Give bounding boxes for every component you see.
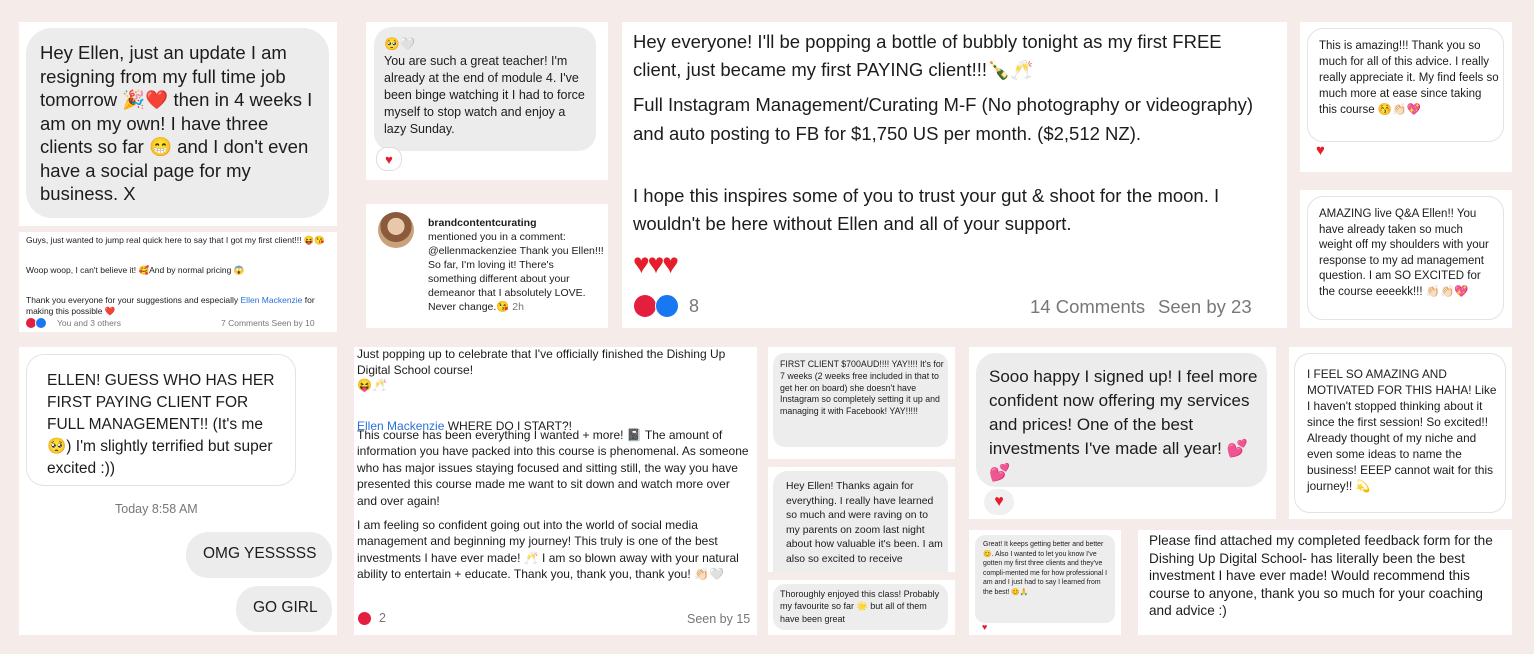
heart-reaction-icon[interactable]: ♥ <box>1316 142 1325 159</box>
message-text: This is amazing!!! Thank you so much for… <box>1319 40 1499 116</box>
message-text: ELLEN! GUESS WHO HAS HER FIRST PAYING CL… <box>47 372 275 477</box>
mention-line: mentioned you in a comment: <box>428 231 566 243</box>
ellen-mackenzie-link[interactable]: Ellen Mackenzie <box>241 295 303 305</box>
message-text: Great! It keeps getting better and bette… <box>983 541 1108 596</box>
like-reaction-icon <box>35 317 47 329</box>
reply-text: OMG YESSSSS <box>203 545 317 562</box>
post-card-first-client: Guys, just wanted to jump real quick her… <box>19 232 337 332</box>
post-card-first-paying-client: Hey everyone! I'll be popping a bottle o… <box>622 22 1287 328</box>
testimonial-card-live-qa: AMAZING live Q&A Ellen!! You have alread… <box>1300 190 1512 328</box>
seen-by-count: Seen by 23 <box>1158 296 1252 317</box>
notification-card-mention[interactable]: brandcontentcurating mentioned you in a … <box>366 204 608 328</box>
avatar <box>378 212 414 248</box>
message-text: Hey Ellen, just an update I am resigning… <box>40 42 313 204</box>
testimonial-card-resigning: Hey Ellen, just an update I am resigning… <box>19 22 337 226</box>
username[interactable]: brandcontentcurating <box>428 217 537 229</box>
chat-card-full-management: ELLEN! GUESS WHO HAS HER FIRST PAYING CL… <box>19 347 337 635</box>
chat-timestamp: Today 8:58 AM <box>115 502 198 516</box>
post-paragraph-1: Guys, just wanted to jump real quick her… <box>26 235 325 245</box>
message-bubble: FIRST CLIENT $700AUD!!!! YAY!!!! It's fo… <box>773 353 948 447</box>
message-bubble: Sooo happy I signed up! I feel more conf… <box>976 353 1267 487</box>
message-text: Please find attached my completed feedba… <box>1149 533 1493 618</box>
seen-by-count: Seen by 15 <box>687 612 751 626</box>
post-paragraph-3: I am feeling so confident going out into… <box>357 518 739 582</box>
hearts-icon: ♥♥♥ <box>633 248 679 279</box>
reaction-count: 2 <box>379 611 386 625</box>
testimonial-card-great-teacher: 🥺🤍 You are such a great teacher! I'm alr… <box>366 22 608 180</box>
post-paragraph-3: Thank you everyone for your suggestions … <box>26 283 331 318</box>
heart-reaction-icon[interactable]: ♥ <box>982 622 987 632</box>
post-stats: 7 Comments Seen by 10 <box>221 318 315 328</box>
message-bubble: Hey Ellen, just an update I am resigning… <box>26 28 329 218</box>
message-text: 🥺🤍 You are such a great teacher! I'm alr… <box>384 37 585 136</box>
message-bubble: Hey Ellen! Thanks again for everything. … <box>773 471 948 572</box>
mention-handle[interactable]: @ellenmackenziee <box>428 245 517 257</box>
reactors-text: You and 3 others <box>57 318 121 328</box>
testimonial-card-motivated: I FEEL SO AMAZING AND MOTIVATED FOR THIS… <box>1289 347 1512 519</box>
message-bubble: AMAZING live Q&A Ellen!! You have alread… <box>1307 196 1504 320</box>
message-bubble: Thoroughly enjoyed this class! Probably … <box>773 584 948 630</box>
message-bubble: I FEEL SO AMAZING AND MOTIVATED FOR THIS… <box>1294 353 1506 513</box>
message-bubble: Great! It keeps getting better and bette… <box>975 535 1115 623</box>
timestamp: 2h <box>509 301 524 313</box>
message-bubble: ELLEN! GUESS WHO HAS HER FIRST PAYING CL… <box>26 354 296 486</box>
post-paragraph-2: Full Instagram Management/Curating M-F (… <box>633 94 1254 144</box>
message-text: Sooo happy I signed up! I feel more conf… <box>989 367 1258 482</box>
comments-count[interactable]: 14 Comments <box>1030 296 1145 318</box>
testimonial-card-favourite-class: Thoroughly enjoyed this class! Probably … <box>768 580 955 635</box>
reply-bubble: GO GIRL <box>236 586 332 632</box>
post-paragraph-1: Just popping up to celebrate that I've o… <box>357 347 726 392</box>
message-text: FIRST CLIENT $700AUD!!!! YAY!!!! It's fo… <box>780 359 944 417</box>
love-reaction-icon <box>634 295 656 317</box>
reaction-count: 8 <box>689 295 700 316</box>
like-reaction-icon <box>655 294 679 318</box>
post-paragraph-1: Hey everyone! I'll be popping a bottle o… <box>633 31 1222 80</box>
post-card-course-finished: Just popping up to celebrate that I've o… <box>354 347 757 635</box>
testimonial-card-signed-up: Sooo happy I signed up! I feel more conf… <box>969 347 1276 519</box>
notification-text: brandcontentcurating mentioned you in a … <box>428 216 604 314</box>
heart-reaction-icon[interactable]: ♥ <box>376 147 402 171</box>
message-text: Hey Ellen! Thanks again for everything. … <box>786 481 943 565</box>
message-text: Thoroughly enjoyed this class! Probably … <box>780 589 940 624</box>
testimonial-card-700aud: FIRST CLIENT $700AUD!!!! YAY!!!! It's fo… <box>768 347 955 459</box>
love-reaction-icon <box>358 611 371 625</box>
message-text: I FEEL SO AMAZING AND MOTIVATED FOR THIS… <box>1307 367 1497 493</box>
message-bubble: 🥺🤍 You are such a great teacher! I'm alr… <box>374 27 596 151</box>
reply-text: GO GIRL <box>253 599 318 616</box>
reply-bubble: OMG YESSSSS <box>186 532 332 578</box>
reaction-summary[interactable]: 8 <box>634 294 699 318</box>
testimonial-card-amazing-advice: This is amazing!!! Thank you so much for… <box>1300 22 1512 172</box>
message-text: AMAZING live Q&A Ellen!! You have alread… <box>1319 208 1489 298</box>
message-bubble: This is amazing!!! Thank you so much for… <box>1307 28 1504 142</box>
heart-reaction-icon[interactable]: ♥ <box>984 489 1014 515</box>
thanks-text: Thank you everyone for your suggestions … <box>26 294 241 305</box>
testimonial-card-three-clients: Great! It keeps getting better and bette… <box>969 530 1121 635</box>
testimonial-card-feedback-form: Please find attached my completed feedba… <box>1138 530 1512 635</box>
reaction-summary[interactable]: You and 3 others <box>26 317 121 329</box>
testimonial-card-learned-so-much: Hey Ellen! Thanks again for everything. … <box>768 467 955 572</box>
reaction-summary[interactable]: 2 <box>358 611 386 625</box>
post-paragraph-2: This course has been everything I wanted… <box>357 428 749 508</box>
post-paragraph-3: I hope this inspires some of you to trus… <box>633 185 1220 234</box>
post-paragraph-2: Woop woop, I can't believe it! 🥰And by n… <box>26 265 245 275</box>
